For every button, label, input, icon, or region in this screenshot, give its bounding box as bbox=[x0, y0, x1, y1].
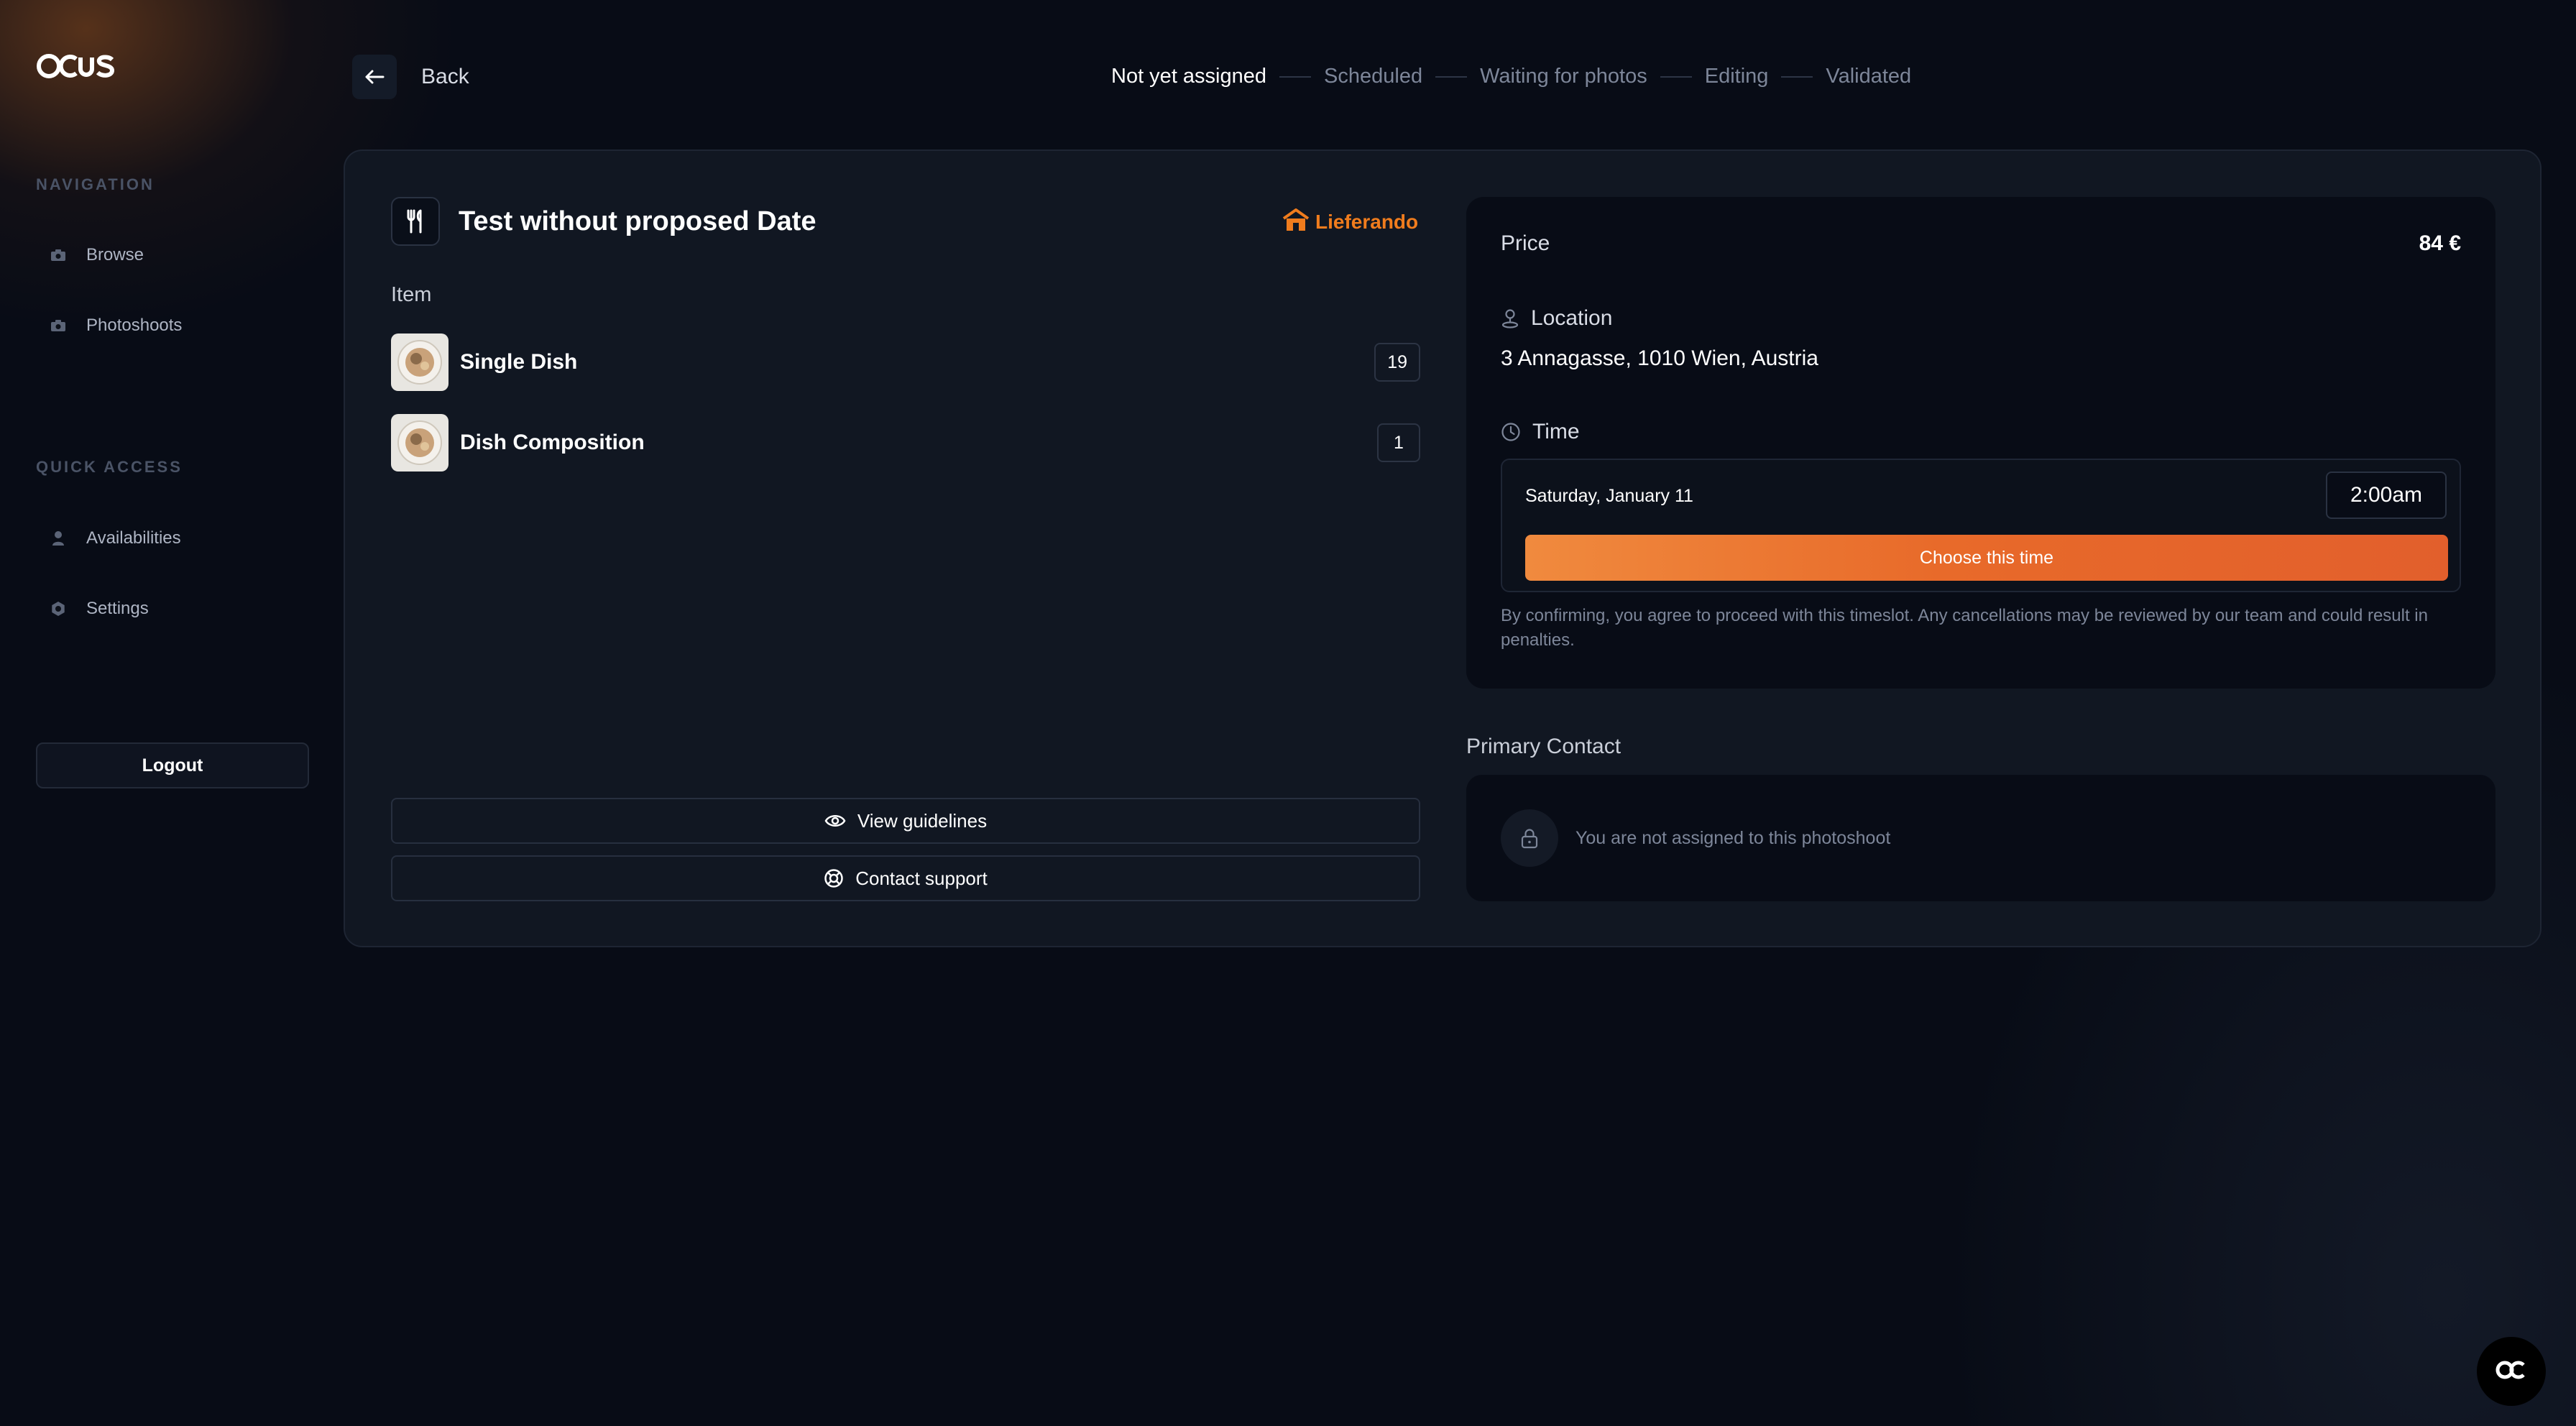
list-item[interactable]: Single Dish 19 bbox=[391, 334, 1420, 391]
view-guidelines-label: View guidelines bbox=[857, 809, 988, 832]
time-label: Time bbox=[1532, 420, 1580, 443]
contact-support-label: Contact support bbox=[855, 867, 988, 889]
step-divider bbox=[1435, 75, 1468, 78]
not-assigned-message: You are not assigned to this photoshoot bbox=[1576, 827, 1891, 848]
item-count-badge: 1 bbox=[1377, 423, 1420, 462]
sidebar-item-label: Photoshoots bbox=[86, 316, 183, 335]
clock-icon bbox=[1501, 422, 1521, 442]
person-icon bbox=[50, 530, 66, 546]
sidebar-item-settings[interactable]: Settings bbox=[50, 591, 149, 627]
sidebar-item-label: Browse bbox=[86, 245, 144, 264]
navigation-section-label: NAVIGATION bbox=[36, 175, 155, 193]
camera-icon bbox=[50, 247, 66, 263]
timeslot-disclaimer: By confirming, you agree to proceed with… bbox=[1501, 606, 2428, 650]
dish-thumbnail bbox=[391, 334, 448, 391]
brand-logo: Lieferando bbox=[1282, 208, 1418, 235]
floating-help-button[interactable] bbox=[2477, 1337, 2546, 1406]
step-editing: Editing bbox=[1704, 65, 1769, 88]
cutlery-icon bbox=[391, 197, 440, 246]
choose-this-time-button[interactable]: Choose this time bbox=[1525, 535, 2448, 581]
step-scheduled: Scheduled bbox=[1324, 65, 1423, 88]
step-not-yet-assigned: Not yet assigned bbox=[1111, 65, 1267, 88]
view-guidelines-button[interactable]: View guidelines bbox=[391, 798, 1420, 844]
details-panel: Price 84 € Location 3 Annagasse, 1010 Wi… bbox=[1466, 197, 2496, 689]
time-heading: Time bbox=[1501, 420, 1580, 444]
lock-icon bbox=[1501, 809, 1558, 867]
brand-name: Lieferando bbox=[1315, 210, 1419, 233]
location-value: 3 Annagasse, 1010 Wien, Austria bbox=[1501, 346, 1818, 370]
title-row: Test without proposed Date bbox=[391, 197, 816, 246]
step-divider bbox=[1660, 75, 1692, 78]
back-button[interactable]: Back bbox=[352, 55, 469, 99]
list-item[interactable]: Dish Composition 1 bbox=[391, 414, 1420, 472]
lifebuoy-icon bbox=[824, 868, 844, 888]
ocus-logo[interactable] bbox=[36, 52, 116, 80]
primary-contact-card: You are not assigned to this photoshoot bbox=[1466, 775, 2496, 901]
ocus-mark-icon bbox=[2495, 1359, 2528, 1384]
item-section-label: Item bbox=[391, 283, 432, 306]
gear-icon bbox=[50, 601, 66, 617]
timeslot-date: Saturday, January 11 bbox=[1525, 486, 1693, 506]
arrow-left-icon bbox=[352, 55, 397, 99]
logout-button[interactable]: Logout bbox=[36, 742, 309, 788]
back-label: Back bbox=[421, 65, 469, 88]
price-value: 84 € bbox=[2419, 231, 2461, 255]
price-label: Price bbox=[1501, 231, 1550, 255]
sidebar-item-label: Settings bbox=[86, 599, 149, 618]
item-count-badge: 19 bbox=[1374, 343, 1420, 382]
step-divider bbox=[1279, 75, 1312, 78]
step-waiting-for-photos: Waiting for photos bbox=[1480, 65, 1647, 88]
status-stepper: Not yet assigned Scheduled Waiting for p… bbox=[1111, 65, 1911, 88]
timeslot-time-chip[interactable]: 2:00am bbox=[2326, 472, 2447, 519]
photoshoot-title: Test without proposed Date bbox=[459, 206, 816, 236]
location-heading: Location bbox=[1501, 306, 1612, 331]
eye-icon bbox=[824, 813, 846, 829]
item-name: Single Dish bbox=[460, 350, 578, 374]
timeslot-card: Saturday, January 11 2:00am Choose this … bbox=[1501, 459, 2461, 592]
quick-access-section-label: QUICK ACCESS bbox=[36, 458, 183, 476]
step-validated: Validated bbox=[1826, 65, 1912, 88]
location-label: Location bbox=[1531, 306, 1613, 330]
primary-contact-title: Primary Contact bbox=[1466, 735, 1622, 758]
dish-thumbnail bbox=[391, 414, 448, 472]
contact-support-button[interactable]: Contact support bbox=[391, 855, 1420, 901]
sidebar-item-browse[interactable]: Browse bbox=[50, 237, 144, 273]
sidebar: NAVIGATION Browse Photoshoots QUICK ACCE… bbox=[0, 0, 331, 1426]
sidebar-item-photoshoots[interactable]: Photoshoots bbox=[50, 308, 182, 344]
camera-icon bbox=[50, 318, 66, 334]
item-name: Dish Composition bbox=[460, 431, 645, 454]
sidebar-item-availabilities[interactable]: Availabilities bbox=[50, 520, 181, 556]
photoshoot-card: Test without proposed Date Lieferando It… bbox=[344, 150, 2542, 947]
house-icon bbox=[1282, 208, 1310, 235]
sidebar-item-label: Availabilities bbox=[86, 528, 181, 548]
location-pin-icon bbox=[1501, 308, 1519, 329]
step-divider bbox=[1781, 75, 1813, 78]
